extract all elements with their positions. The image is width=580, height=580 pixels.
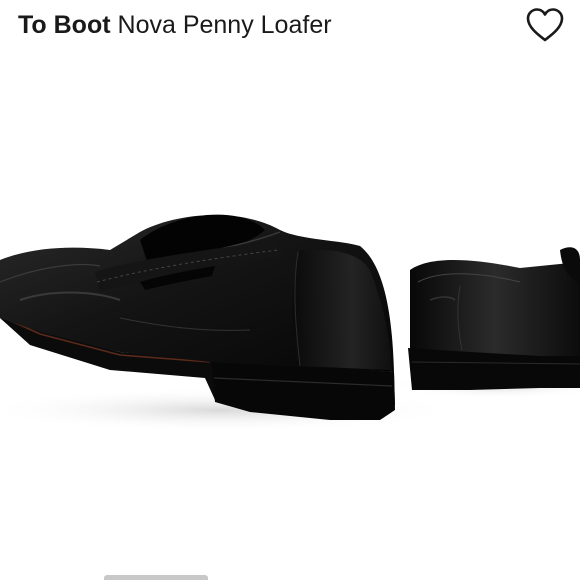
product-name: Nova Penny Loafer [117, 11, 332, 39]
favorite-button[interactable] [524, 6, 566, 44]
product-title: To Boot Nova Penny Loafer [18, 9, 332, 41]
heart-outline-icon [526, 8, 564, 42]
carousel-indicator[interactable] [104, 575, 208, 580]
product-header: To Boot Nova Penny Loafer [0, 0, 580, 50]
product-image[interactable] [0, 52, 580, 572]
product-page: To Boot Nova Penny Loafer [0, 0, 580, 580]
brand-name[interactable]: To Boot [18, 11, 111, 39]
